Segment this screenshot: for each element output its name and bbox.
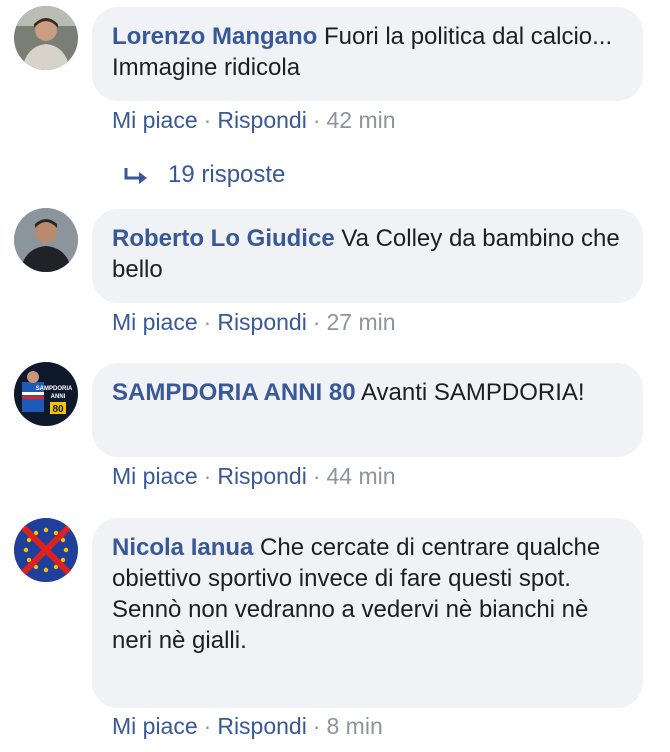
sampdoria-badge-icon: SAMPDORIA ANNI 80	[14, 362, 78, 426]
comment-author[interactable]: SAMPDORIA ANNI 80	[112, 379, 356, 406]
avatar[interactable]: SAMPDORIA ANNI 80	[14, 362, 78, 426]
crossed-eu-flag-icon	[14, 518, 78, 582]
separator-dot: ·	[203, 463, 212, 489]
separator-dot: ·	[312, 713, 321, 739]
comment-actions: Mi piace · Rispondi · 42 min	[112, 106, 396, 134]
comment-timestamp[interactable]: 42 min	[327, 107, 396, 133]
separator-dot: ·	[203, 309, 212, 335]
svg-text:SAMPDORIA: SAMPDORIA	[36, 386, 73, 392]
svg-text:80: 80	[52, 404, 64, 415]
comment-timestamp[interactable]: 27 min	[327, 309, 396, 335]
comment-actions: Mi piace · Rispondi · 44 min	[112, 462, 396, 490]
comment-author[interactable]: Nicola Ianua	[112, 534, 253, 561]
reply-button[interactable]: Rispondi	[217, 463, 307, 489]
user-photo-icon	[14, 208, 78, 272]
comment-timestamp[interactable]: 8 min	[327, 713, 383, 739]
like-button[interactable]: Mi piace	[112, 309, 198, 335]
reply-arrow-icon	[122, 164, 152, 188]
reply-button[interactable]: Rispondi	[217, 107, 307, 133]
separator-dot: ·	[203, 107, 212, 133]
comment-timestamp[interactable]: 44 min	[327, 463, 396, 489]
user-photo-icon	[14, 6, 78, 70]
reply-button[interactable]: Rispondi	[217, 713, 307, 739]
like-button[interactable]: Mi piace	[112, 107, 198, 133]
comment-text: Avanti SAMPDORIA!	[360, 379, 585, 406]
avatar[interactable]	[14, 208, 78, 272]
comment-bubble: Lorenzo Mangano Fuori la politica dal ca…	[92, 7, 643, 101]
view-replies-link[interactable]: 19 risposte	[122, 160, 285, 190]
comment-author[interactable]: Lorenzo Mangano	[112, 23, 317, 50]
replies-count: 19 risposte	[168, 161, 286, 188]
separator-dot: ·	[203, 713, 212, 739]
avatar[interactable]	[14, 518, 78, 582]
comment-bubble: Roberto Lo Giudice Va Colley da bambino …	[92, 209, 643, 303]
comment-bubble: Nicola Ianua Che cercate di centrare qua…	[92, 518, 643, 708]
comment-bubble: SAMPDORIA ANNI 80 Avanti SAMPDORIA!	[92, 363, 643, 457]
separator-dot: ·	[312, 309, 321, 335]
comment-actions: Mi piace · Rispondi · 8 min	[112, 712, 383, 740]
svg-text:ANNI: ANNI	[51, 394, 66, 400]
comment-author[interactable]: Roberto Lo Giudice	[112, 225, 335, 252]
separator-dot: ·	[312, 107, 321, 133]
like-button[interactable]: Mi piace	[112, 463, 198, 489]
reply-button[interactable]: Rispondi	[217, 309, 307, 335]
comment-text-line-2: Sennò non vedranno a vedervi nè bianchi …	[112, 596, 589, 654]
separator-dot: ·	[312, 463, 321, 489]
avatar[interactable]	[14, 6, 78, 70]
like-button[interactable]: Mi piace	[112, 713, 198, 739]
comment-actions: Mi piace · Rispondi · 27 min	[112, 308, 396, 336]
